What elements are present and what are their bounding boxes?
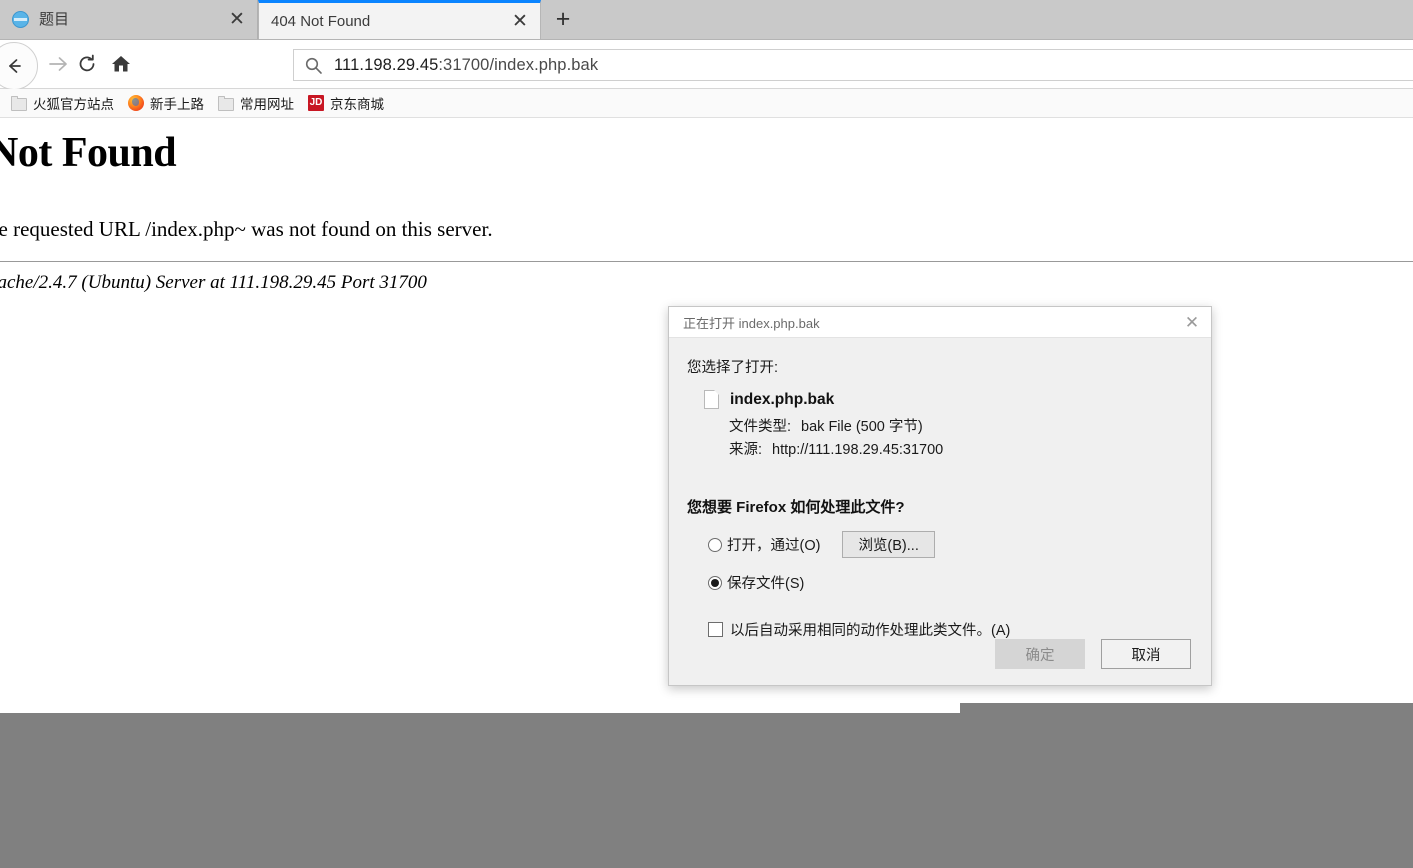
browser-tab-404-not-found[interactable]: 404 Not Found ✕ [258, 0, 541, 39]
bookmark-label: 火狐官方站点 [33, 97, 114, 112]
home-icon [112, 56, 130, 72]
radio-open-with[interactable] [708, 537, 722, 552]
apache-error-page: Not Found he requested URL /index.php~ w… [0, 118, 1413, 292]
bookmark-label: 新手上路 [150, 97, 204, 112]
firefox-icon [128, 95, 144, 111]
arrow-left-icon [9, 59, 21, 73]
browse-button[interactable]: 浏览(B)... [842, 531, 935, 558]
close-icon[interactable]: ✕ [1179, 310, 1205, 334]
dialog-footer: 确定 取消 [995, 639, 1191, 669]
new-tab-button[interactable]: + [548, 4, 578, 35]
bookmark-新手上路[interactable]: 新手上路 [121, 92, 211, 114]
bookmark-label: 常用网址 [240, 97, 294, 112]
url-path: :31700/index.php.bak [438, 55, 599, 74]
search-icon [305, 57, 322, 74]
radio-save-file[interactable] [708, 575, 722, 590]
chose-to-open-label: 您选择了打开: [687, 360, 779, 376]
server-signature: pache/2.4.7 (Ubuntu) Server at 111.198.2… [0, 272, 427, 293]
file-source-label: 来源: [729, 442, 763, 458]
folder-icon [218, 95, 234, 111]
auto-handle-row[interactable]: 以后自动采用相同的动作处理此类文件。(A) [708, 619, 1193, 640]
open-with-label: 打开，通过(O) [727, 538, 821, 554]
navigation-toolbar: 111.198.29.45:31700/index.php.bak [0, 40, 1413, 90]
tab-title: 404 Not Found [271, 13, 371, 29]
desktop-backdrop-strip [960, 703, 1413, 713]
file-source-row: 来源: http://111.198.29.45:31700 [729, 439, 1193, 462]
save-file-choice-row[interactable]: 保存文件(S) [708, 572, 1193, 593]
reload-button[interactable] [70, 47, 104, 81]
file-type-value: bak File (500 字节) [801, 419, 923, 435]
file-source-value: http://111.198.29.45:31700 [772, 442, 944, 458]
bookmark-火狐官方站点[interactable]: 火狐官方站点 [4, 92, 121, 114]
globe-icon [12, 11, 29, 28]
bookmark-label: 京东商城 [330, 97, 384, 112]
forward-button[interactable] [40, 47, 74, 81]
home-button[interactable] [104, 47, 138, 81]
close-icon[interactable]: ✕ [227, 10, 247, 29]
tab-title: 题目 [39, 12, 70, 27]
folder-icon [11, 95, 27, 111]
back-button[interactable] [0, 42, 38, 90]
file-type-label: 文件类型: [729, 419, 792, 435]
reload-icon [79, 54, 95, 72]
how-to-handle-label: 您想要 Firefox 如何处理此文件? [687, 499, 905, 516]
bookmark-常用网址[interactable]: 常用网址 [211, 92, 301, 114]
arrow-right-icon [49, 57, 67, 71]
jd-icon: JD [308, 95, 324, 111]
cancel-button[interactable]: 取消 [1101, 639, 1191, 669]
close-icon[interactable]: ✕ [510, 12, 530, 31]
tab-strip: 题目 ✕ 404 Not Found ✕ + [0, 0, 1413, 40]
url-text: 111.198.29.45:31700/index.php.bak [334, 56, 598, 75]
page-title: Not Found [0, 130, 177, 176]
url-bar[interactable]: 111.198.29.45:31700/index.php.bak [293, 49, 1413, 81]
bookmark-京东商城[interactable]: JD 京东商城 [301, 92, 391, 114]
file-row: index.php.bak [704, 390, 1193, 409]
dialog-titlebar: 正在打开 index.php.bak ✕ [669, 307, 1211, 338]
desktop-backdrop [0, 713, 1413, 868]
ok-button[interactable]: 确定 [995, 639, 1085, 669]
checkbox-auto-handle[interactable] [708, 622, 723, 637]
browser-tab-题目[interactable]: 题目 ✕ [0, 0, 258, 39]
file-name: index.php.bak [730, 390, 835, 408]
url-host: 111.198.29.45 [334, 55, 439, 74]
save-file-label: 保存文件(S) [727, 576, 805, 592]
dialog-title: 正在打开 index.php.bak [683, 315, 820, 331]
auto-handle-label: 以后自动采用相同的动作处理此类文件。(A) [730, 623, 1011, 639]
dialog-body: 您选择了打开: index.php.bak 文件类型: bak File (50… [669, 338, 1211, 640]
bookmarks-bar: 火狐官方站点 新手上路 常用网址 JD 京东商城 [0, 89, 1413, 118]
download-dialog: 正在打开 index.php.bak ✕ 您选择了打开: index.php.b… [668, 306, 1212, 686]
open-with-choice-row[interactable]: 打开，通过(O) 浏览(B)... [708, 531, 1193, 558]
error-message: he requested URL /index.php~ was not fou… [0, 217, 493, 241]
document-icon [704, 390, 719, 409]
file-type-row: 文件类型: bak File (500 字节) [729, 416, 1193, 439]
